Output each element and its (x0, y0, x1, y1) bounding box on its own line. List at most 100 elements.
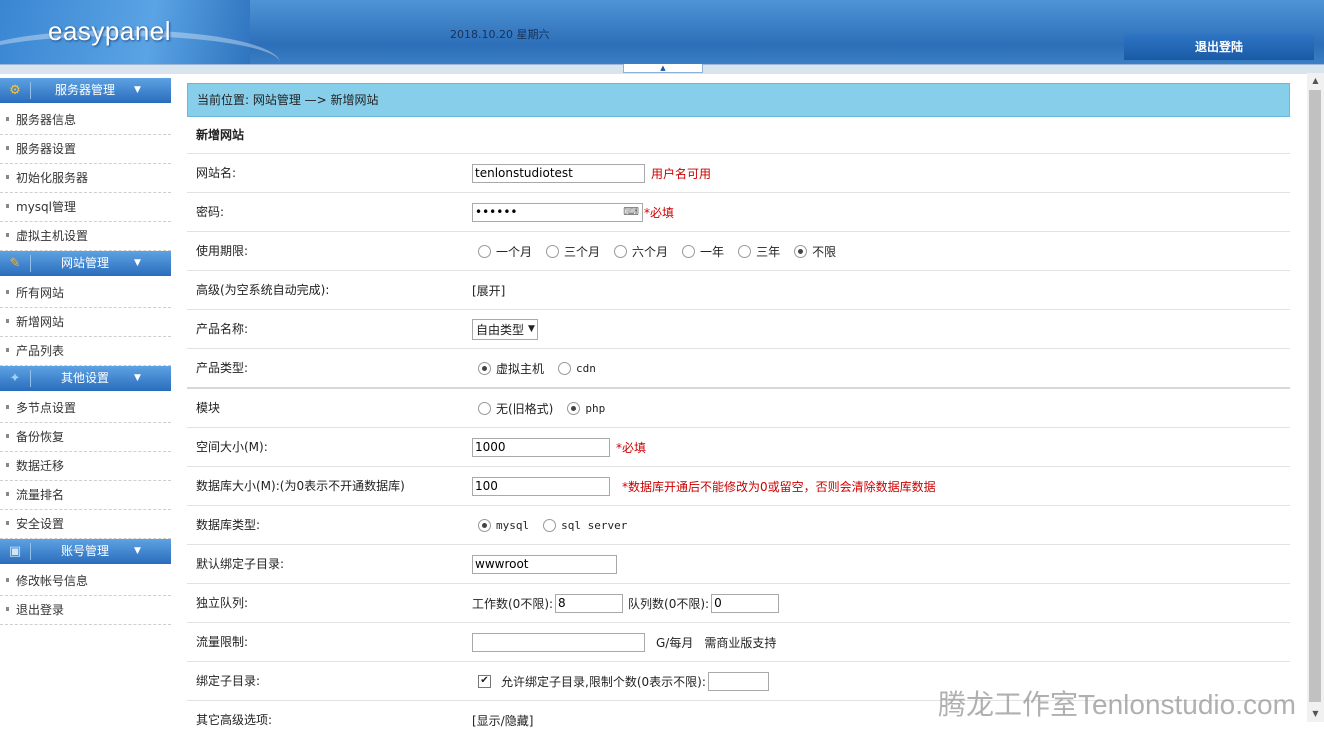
queue-count-label: 队列数(0不限): (628, 596, 710, 611)
chevron-down-icon: ▼ (134, 546, 141, 556)
period-radio[interactable] (738, 244, 752, 258)
top-header: easypanel 2018.10.20 星期六 退出登陆 (0, 0, 1324, 64)
db-type-radio[interactable] (478, 518, 491, 532)
subdir-input[interactable] (472, 554, 617, 574)
period-radio[interactable] (478, 244, 491, 258)
row-subdir: 默认绑定子目录: (187, 545, 1290, 584)
module-radio[interactable] (567, 401, 581, 415)
sidebar-section-1[interactable]: ✎ 网站管理 ▼ (0, 251, 171, 276)
product-type-option[interactable]: 虚拟主机 (478, 360, 544, 377)
site-name-label: 网站名: (196, 166, 237, 180)
product-type-option-label: 虚拟主机 (496, 361, 545, 376)
header-date: 2018.10.20 星期六 (450, 28, 550, 41)
sidebar-item-0-0[interactable]: 服务器信息 (0, 106, 171, 135)
db-type-option[interactable]: sql server (543, 518, 628, 532)
db-type-option-label: sql server (561, 518, 628, 532)
sidebar-item-0-2[interactable]: 初始化服务器 (0, 164, 171, 193)
row-advanced: 高级(为空系统自动完成): [展开] (187, 271, 1290, 310)
sidebar-item-0-1[interactable]: 服务器设置 (0, 135, 171, 164)
show-hide-link[interactable]: [显示/隐藏] (472, 712, 533, 729)
period-option[interactable]: 三年 (738, 243, 780, 260)
bind-subdir-checkbox[interactable]: ✔ (478, 674, 491, 688)
product-type-option-label: cdn (576, 361, 596, 375)
sidebar-item-2-1[interactable]: 备份恢复 (0, 423, 171, 452)
sidebar-item-1-1[interactable]: 新增网站 (0, 308, 171, 337)
db-type-radio[interactable] (543, 518, 557, 532)
product-type-radio[interactable] (478, 361, 491, 375)
bind-subdir-limit-input[interactable] (707, 671, 769, 691)
sidebar-section-2[interactable]: ✦ 其他设置 ▼ (0, 366, 171, 391)
module-option[interactable]: 无(旧格式) (478, 400, 553, 417)
period-option[interactable]: 一个月 (478, 243, 532, 260)
sidebar-item-2-0[interactable]: 多节点设置 (0, 394, 171, 423)
sidebar-item-2-3[interactable]: 流量排名 (0, 481, 171, 510)
period-radio[interactable] (614, 244, 628, 258)
module-option-label: 无(旧格式) (496, 401, 554, 416)
product-type-option[interactable]: cdn (558, 361, 596, 375)
sidebar-item-3-1[interactable]: 退出登录 (0, 596, 171, 625)
workers-input[interactable] (555, 593, 624, 613)
period-option[interactable]: 六个月 (614, 243, 668, 260)
period-option[interactable]: 不限 (794, 243, 836, 260)
sidebar-section-title: 网站管理 (60, 256, 109, 270)
sidebar: ⚙ 服务器管理 ▼ 服务器信息 服务器设置 初始化服务器 mysql管理 虚拟主机设置 ✎ 网站管… (0, 78, 171, 625)
sidebar-item-0-4[interactable]: 虚拟主机设置 (0, 222, 171, 251)
chevron-down-icon: ▼ (528, 324, 535, 334)
sidebar-section-divider (30, 370, 31, 387)
period-option[interactable]: 一年 (682, 243, 724, 260)
scrollbar[interactable]: ▲ ▼ (1307, 73, 1324, 722)
product-name-select[interactable]: 自由类型 ▼ (472, 318, 538, 340)
sidebar-item-0-3[interactable]: mysql管理 (0, 193, 171, 222)
sidebar-item-1-0[interactable]: 所有网站 (0, 279, 171, 308)
other-label: 其它高级选项: (196, 713, 273, 727)
product-name-selected: 自由类型 (476, 322, 525, 337)
queue-count-input[interactable] (711, 593, 780, 613)
traffic-input[interactable] (472, 632, 645, 652)
db-type-option[interactable]: mysql (478, 518, 529, 532)
period-label: 使用期限: (196, 244, 249, 258)
website-icon: ✎ (9, 256, 21, 271)
row-period: 使用期限: 一个月 三个月 六个月 一年 三年 不限 (187, 232, 1290, 271)
db-size-input[interactable] (472, 476, 610, 496)
sidebar-item-2-4[interactable]: 安全设置 (0, 510, 171, 539)
period-option-label: 三个月 (564, 244, 601, 259)
sidebar-section-title: 服务器管理 (54, 83, 115, 97)
period-radio[interactable] (546, 244, 560, 258)
keyboard-icon[interactable]: ⌨ (623, 205, 639, 218)
scroll-up-icon[interactable]: ▲ (1307, 73, 1324, 89)
logout-button[interactable]: 退出登陆 (1124, 34, 1314, 60)
module-option[interactable]: php (567, 401, 606, 415)
sidebar-section-0[interactable]: ⚙ 服务器管理 ▼ (0, 78, 171, 103)
password-hint: *必填 (644, 205, 675, 220)
sidebar-item-2-2[interactable]: 数据迁移 (0, 452, 171, 481)
sidebar-item-3-0[interactable]: 修改帐号信息 (0, 567, 171, 596)
collapse-header-toggle[interactable]: ▲ (623, 64, 703, 73)
product-type-radio[interactable] (558, 361, 572, 375)
row-queue: 独立队列: 工作数(0不限): 队列数(0不限): (187, 584, 1290, 623)
chevron-down-icon: ▼ (134, 258, 141, 268)
period-radio[interactable] (794, 244, 808, 258)
period-option-label: 不限 (812, 244, 837, 259)
module-option-label: php (585, 401, 606, 415)
db-type-label: 数据库类型: (196, 518, 261, 532)
sidebar-item-1-2[interactable]: 产品列表 (0, 337, 171, 366)
module-radio[interactable] (478, 401, 491, 415)
expand-link[interactable]: [展开] (472, 282, 505, 299)
sidebar-section-divider (30, 82, 31, 99)
sidebar-section-3[interactable]: ▣ 账号管理 ▼ (0, 539, 171, 564)
scroll-down-icon[interactable]: ▼ (1307, 706, 1324, 722)
row-password: 密码: ⌨ *必填 (187, 193, 1290, 232)
period-option[interactable]: 三个月 (546, 243, 600, 260)
bind-subdir-label: 绑定子目录: (196, 674, 261, 688)
row-db-type: 数据库类型: mysql sql server (187, 506, 1290, 545)
period-option-label: 一个月 (496, 244, 533, 259)
row-product-name: 产品名称: 自由类型 ▼ (187, 310, 1290, 349)
bind-subdir-text: 允许绑定子目录,限制个数(0表示不限): (501, 674, 706, 689)
scrollbar-thumb[interactable] (1309, 90, 1321, 702)
period-radio[interactable] (682, 244, 696, 258)
sidebar-section-divider (30, 255, 31, 272)
password-input[interactable] (472, 202, 643, 222)
site-name-input[interactable] (472, 163, 645, 183)
space-input[interactable] (472, 437, 610, 457)
period-option-label: 一年 (700, 244, 725, 259)
